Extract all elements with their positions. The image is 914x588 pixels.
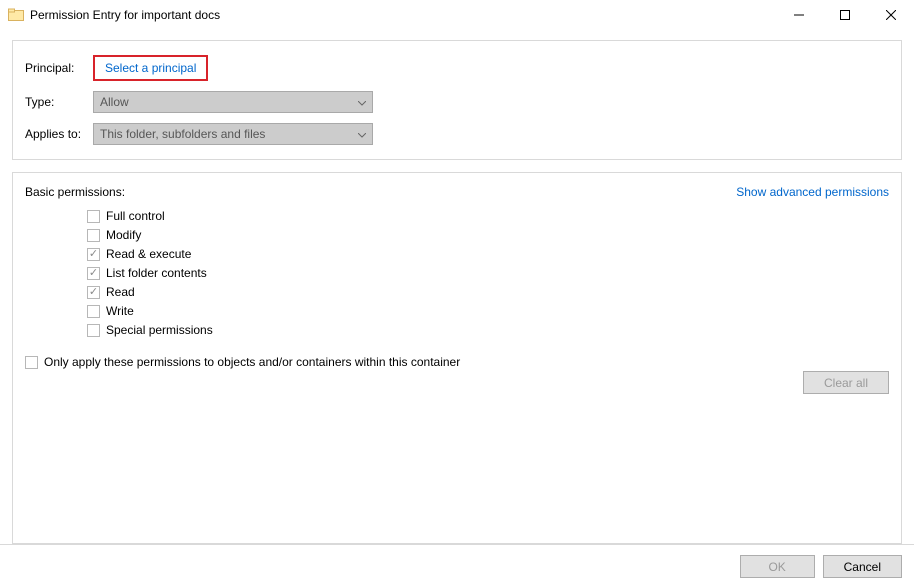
permission-item: Full control [87, 209, 889, 223]
only-apply-row: Only apply these permissions to objects … [25, 355, 889, 369]
principal-label: Principal: [25, 61, 93, 75]
permission-label: Full control [106, 209, 165, 223]
permission-checkbox[interactable] [87, 248, 100, 261]
permission-label: Read & execute [106, 247, 191, 261]
type-label: Type: [25, 95, 93, 109]
applies-to-row: Applies to: This folder, subfolders and … [25, 123, 889, 145]
permission-checkbox[interactable] [87, 324, 100, 337]
applies-to-label: Applies to: [25, 127, 93, 141]
only-apply-checkbox[interactable] [25, 356, 38, 369]
applies-to-dropdown[interactable]: This folder, subfolders and files [93, 123, 373, 145]
permission-item: Special permissions [87, 323, 889, 337]
permission-label: Read [106, 285, 135, 299]
cancel-button[interactable]: Cancel [823, 555, 902, 578]
maximize-button[interactable] [822, 0, 868, 30]
type-row: Type: Allow [25, 91, 889, 113]
basic-permissions-label: Basic permissions: [25, 185, 125, 199]
minimize-button[interactable] [776, 0, 822, 30]
permission-checkbox[interactable] [87, 305, 100, 318]
ok-button[interactable]: OK [740, 555, 815, 578]
permission-item: List folder contents [87, 266, 889, 280]
only-apply-label: Only apply these permissions to objects … [44, 355, 460, 369]
permission-checkbox[interactable] [87, 267, 100, 280]
permissions-list: Full control Modify Read & execute List fol… [25, 209, 889, 337]
chevron-down-icon [358, 127, 366, 141]
show-advanced-permissions-link[interactable]: Show advanced permissions [736, 185, 889, 199]
permission-item: Write [87, 304, 889, 318]
titlebar: Permission Entry for important docs [0, 0, 914, 30]
folder-icon [8, 7, 24, 23]
type-value: Allow [100, 95, 129, 109]
permission-label: Modify [106, 228, 141, 242]
permission-item: Modify [87, 228, 889, 242]
permission-item: Read [87, 285, 889, 299]
applies-to-value: This folder, subfolders and files [100, 127, 265, 141]
select-principal-link[interactable]: Select a principal [105, 61, 196, 75]
select-principal-highlight: Select a principal [93, 55, 208, 81]
permission-label: Special permissions [106, 323, 213, 337]
principal-panel: Principal: Select a principal Type: Allo… [12, 40, 902, 160]
type-dropdown[interactable]: Allow [93, 91, 373, 113]
permission-item: Read & execute [87, 247, 889, 261]
principal-row: Principal: Select a principal [25, 55, 889, 81]
chevron-down-icon [358, 95, 366, 109]
permission-checkbox[interactable] [87, 210, 100, 223]
window-title: Permission Entry for important docs [30, 8, 776, 22]
close-button[interactable] [868, 0, 914, 30]
dialog-footer: OK Cancel [0, 544, 914, 588]
permission-label: List folder contents [106, 266, 207, 280]
window-controls [776, 0, 914, 30]
clear-all-button[interactable]: Clear all [803, 371, 889, 394]
permissions-panel: Basic permissions: Show advanced permiss… [12, 172, 902, 544]
permission-checkbox[interactable] [87, 229, 100, 242]
permission-label: Write [106, 304, 134, 318]
permissions-header: Basic permissions: Show advanced permiss… [25, 185, 889, 199]
permission-checkbox[interactable] [87, 286, 100, 299]
